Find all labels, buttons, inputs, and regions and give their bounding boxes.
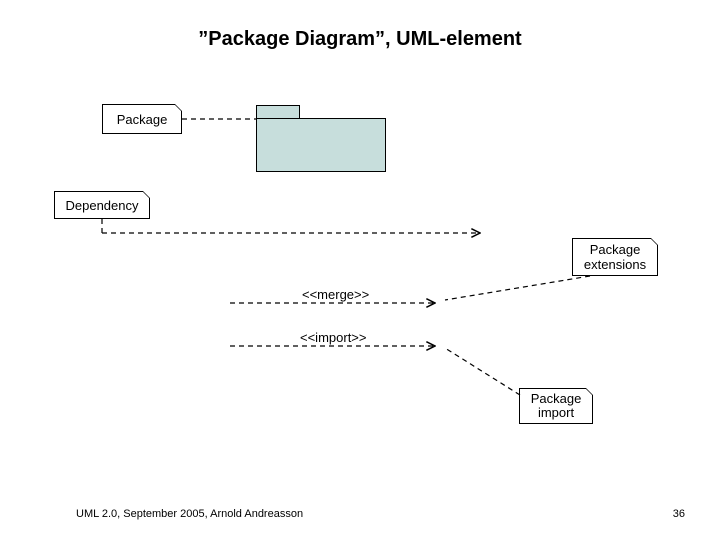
slide: ”Package Diagram”, UML-element Package D… bbox=[0, 0, 720, 540]
footer-page-number: 36 bbox=[673, 508, 685, 520]
note-corner-fold bbox=[650, 238, 658, 246]
note-package: Package bbox=[102, 104, 182, 134]
note-dependency: Dependency bbox=[54, 191, 150, 219]
label-import: <<import>> bbox=[298, 330, 369, 345]
note-package-import: Package import bbox=[519, 388, 593, 424]
uml-package-tab bbox=[256, 105, 300, 119]
note-dependency-text: Dependency bbox=[66, 198, 139, 213]
label-merge: <<merge>> bbox=[300, 287, 371, 302]
note-corner-fold bbox=[585, 388, 593, 396]
note-corner-fold bbox=[142, 191, 150, 199]
slide-title: ”Package Diagram”, UML-element bbox=[0, 28, 720, 51]
note-package-extensions: Package extensions bbox=[572, 238, 658, 276]
note-package-import-line1: Package bbox=[531, 391, 582, 406]
note-corner-fold bbox=[174, 104, 182, 112]
footer-left: UML 2.0, September 2005, Arnold Andreass… bbox=[76, 508, 303, 520]
note-package-text: Package bbox=[117, 112, 168, 127]
note-package-extensions-line2: extensions bbox=[584, 257, 646, 272]
note-package-import-line2: import bbox=[538, 405, 574, 420]
note-package-extensions-line1: Package bbox=[590, 242, 641, 257]
uml-package-body bbox=[256, 118, 386, 172]
